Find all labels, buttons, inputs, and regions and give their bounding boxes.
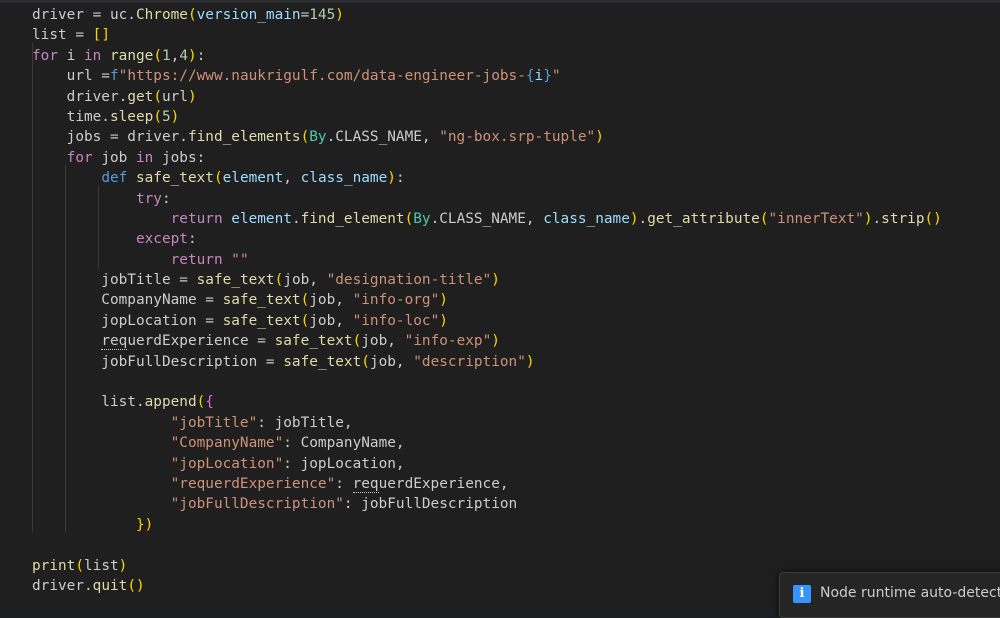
code-line[interactable]: }) <box>32 515 942 535</box>
code-line[interactable]: url =f"https://www.naukrigulf.com/data-e… <box>32 66 942 86</box>
code-line[interactable]: driver = uc.Chrome(version_main=145) <box>32 5 942 25</box>
code-line[interactable]: def safe_text(element, class_name): <box>32 168 942 188</box>
code-line[interactable]: "jobFullDescription": jobFullDescription <box>32 494 942 514</box>
code-line[interactable]: CompanyName = safe_text(job, "info-org") <box>32 290 942 310</box>
code-line[interactable]: return element.find_element(By.CLASS_NAM… <box>32 209 942 229</box>
code-line[interactable]: ​ <box>32 535 942 555</box>
notification-toast[interactable]: i Node runtime auto-detected. <box>779 572 1000 618</box>
code-line[interactable]: jopLocation = safe_text(job, "info-loc") <box>32 311 942 331</box>
code-line[interactable]: time.sleep(5) <box>32 107 942 127</box>
code-line[interactable]: "jobTitle": jobTitle, <box>32 413 942 433</box>
code-line[interactable]: for job in jobs: <box>32 148 942 168</box>
code-area[interactable]: driver = uc.Chrome(version_main=145) list… <box>32 5 942 596</box>
code-line[interactable]: jobs = driver.find_elements(By.CLASS_NAM… <box>32 127 942 147</box>
code-line[interactable]: "requerdExperience": requerdExperience, <box>32 474 942 494</box>
code-line[interactable]: return "" <box>32 250 942 270</box>
info-icon: i <box>793 585 811 603</box>
code-line[interactable]: jobTitle = safe_text(job, "designation-t… <box>32 270 942 290</box>
code-line[interactable]: except: <box>32 229 942 249</box>
notification-message: Node runtime auto-detected. <box>820 585 1000 601</box>
code-line[interactable]: requerdExperience = safe_text(job, "info… <box>32 331 942 351</box>
code-line[interactable]: "jopLocation": jopLocation, <box>32 454 942 474</box>
code-line[interactable]: list.append({ <box>32 392 942 412</box>
code-line[interactable]: try: <box>32 189 942 209</box>
code-line[interactable]: driver.get(url) <box>32 87 942 107</box>
code-line[interactable]: for i in range(1,4): <box>32 46 942 66</box>
code-line[interactable]: "CompanyName": CompanyName, <box>32 433 942 453</box>
code-editor[interactable]: driver = uc.Chrome(version_main=145) list… <box>0 3 1000 608</box>
code-line[interactable]: jobFullDescription = safe_text(job, "des… <box>32 352 942 372</box>
code-line[interactable]: ​ <box>32 372 942 392</box>
code-line[interactable]: list = [] <box>32 25 942 45</box>
